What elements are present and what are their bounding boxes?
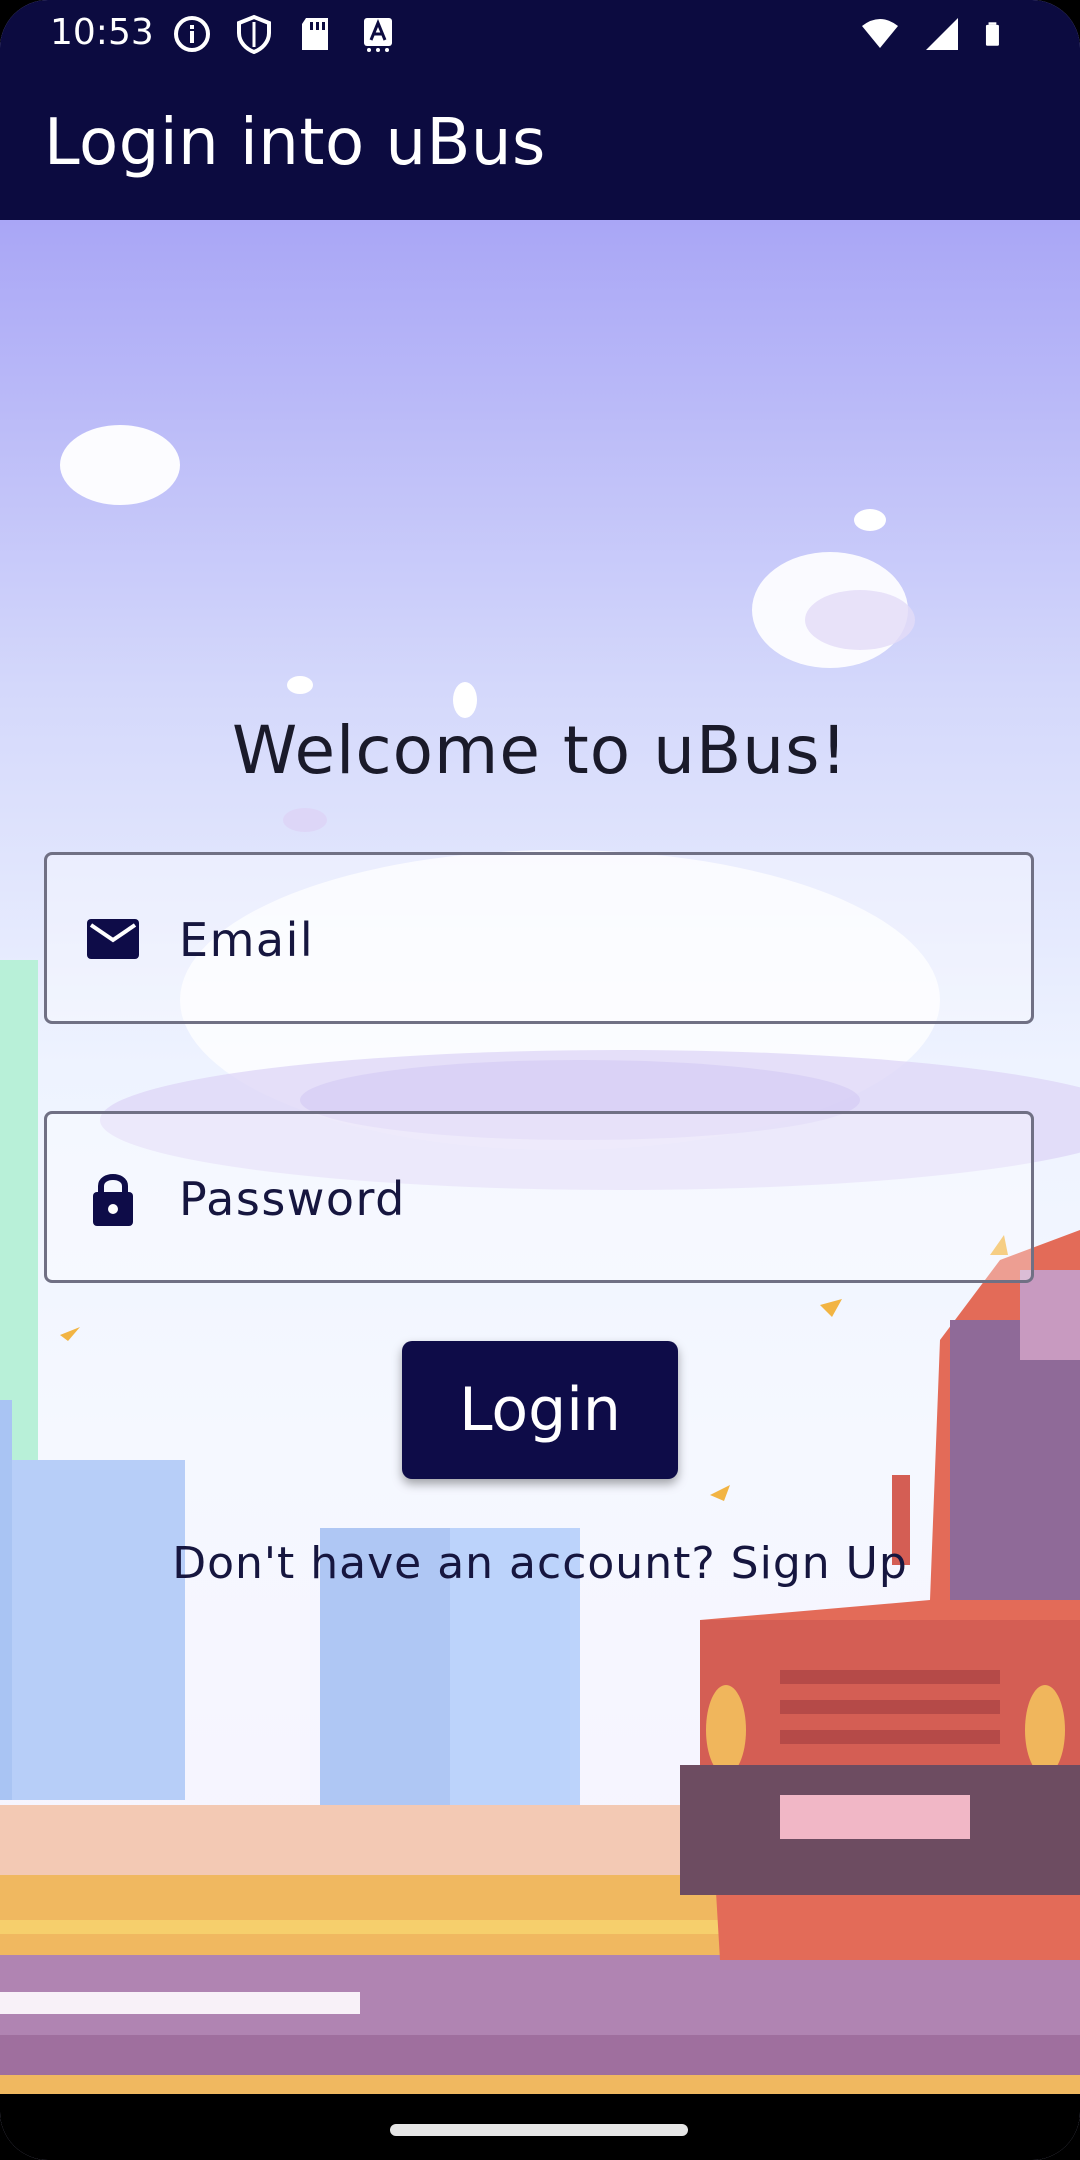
status-time: 10:53 (50, 12, 154, 53)
email-field[interactable]: Email (44, 852, 1034, 1024)
mail-icon (87, 919, 139, 959)
app-bar: Login into uBus (0, 68, 1080, 220)
lock-icon (93, 1174, 133, 1226)
home-gesture-handle[interactable] (390, 2124, 688, 2136)
login-button[interactable]: Login (402, 1341, 678, 1479)
email-label: Email (179, 913, 315, 967)
password-label: Password (179, 1172, 406, 1226)
welcome-heading: Welcome to uBus! (232, 712, 848, 789)
battery-icon (985, 22, 999, 46)
status-icons-right (860, 14, 1010, 54)
signup-link[interactable]: Don't have an account? Sign Up (0, 1538, 1080, 1589)
status-icons-left (172, 14, 398, 54)
app-title: Login into uBus (44, 106, 546, 180)
signal-icon (926, 18, 958, 50)
font-icon (364, 18, 392, 52)
password-field[interactable]: Password (44, 1111, 1034, 1283)
status-bar: 10:53 (0, 0, 1080, 68)
screen: 10:53 Login into uBus Welcome to uBus! E… (0, 0, 1080, 2160)
shield-icon (237, 14, 271, 54)
info-icon (174, 16, 210, 52)
navigation-bar (0, 2094, 1080, 2160)
sd-card-icon (302, 18, 328, 50)
wifi-icon (862, 19, 898, 48)
